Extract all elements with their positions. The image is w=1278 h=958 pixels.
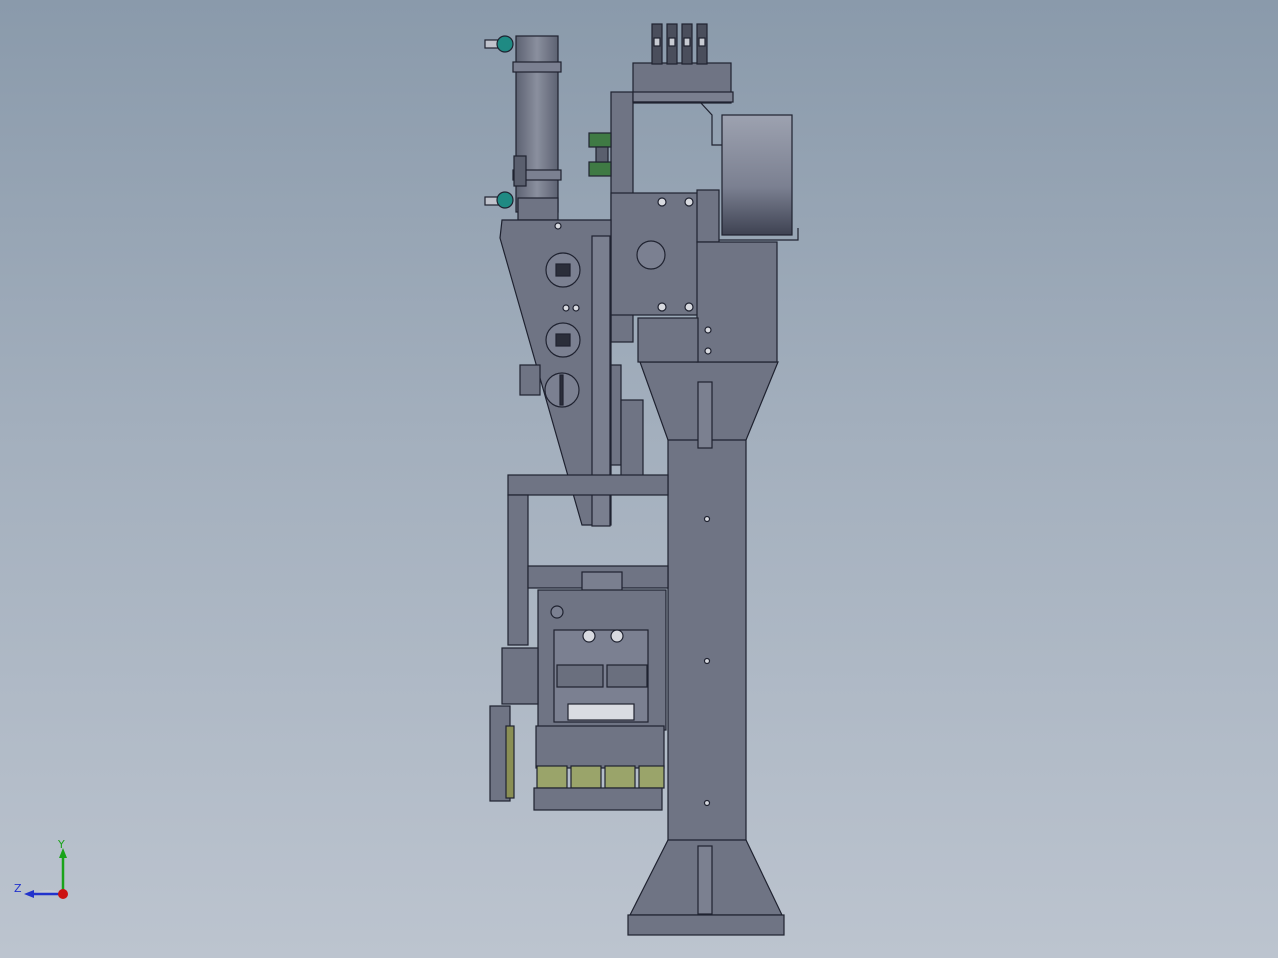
right-block	[696, 189, 720, 243]
green-clamp-bottom	[588, 161, 612, 177]
cylinder-group	[484, 35, 562, 221]
triad-origin	[58, 889, 68, 899]
cad-viewport[interactable]: Y Z	[0, 0, 1278, 958]
motor-drum	[721, 114, 793, 236]
orientation-triad[interactable]: Y Z	[10, 836, 80, 906]
teal-fitting-top	[496, 35, 514, 53]
olive-roller-4	[638, 765, 665, 789]
main-column	[667, 377, 747, 919]
upper-housing-group	[588, 23, 799, 363]
teal-fitting-bottom	[496, 191, 514, 209]
triad-graphic: Y Z	[14, 838, 68, 899]
olive-roller-1	[536, 765, 568, 789]
motor-housing	[696, 241, 778, 363]
green-clamp-top	[588, 132, 612, 148]
y-axis-label: Y	[57, 838, 65, 851]
column-base-plate	[627, 914, 785, 936]
z-axis-label: Z	[14, 882, 22, 895]
machine-side-view[interactable]	[0, 0, 1278, 958]
olive-roller-3	[604, 765, 636, 789]
olive-roller-2	[570, 765, 602, 789]
lower-gripper-group	[489, 474, 669, 811]
